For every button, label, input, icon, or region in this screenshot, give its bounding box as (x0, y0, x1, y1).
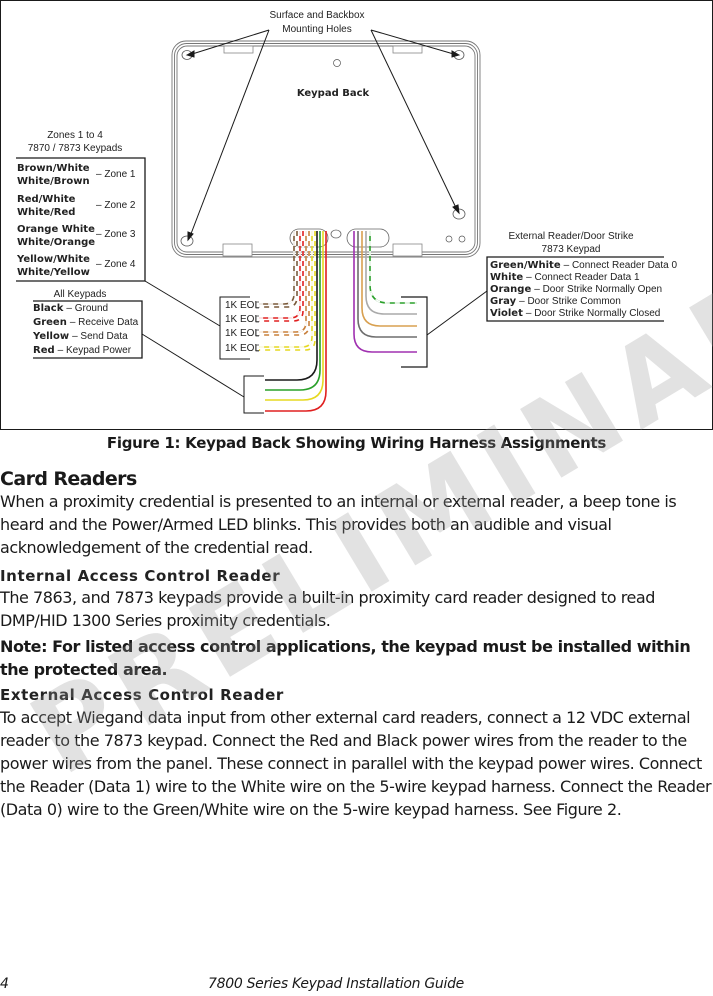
red-wire-color: Red (33, 345, 55, 356)
eol-labels: 1K EOL 1K EOL 1K EOL 1K EOL (225, 300, 260, 354)
led-hole (333, 59, 341, 67)
zone-1-wire1: Brown/White (17, 163, 90, 174)
external-heading-line2: 7873 Keypad (542, 244, 601, 255)
black-wire-color: Black (33, 303, 64, 314)
zone-2-wire2: White/Red (17, 207, 75, 218)
black-wire-function: – Ground (66, 303, 108, 314)
guide-title: 7800 Series Keypad Installation Guide (208, 976, 464, 992)
small-hole-2 (458, 235, 466, 243)
center-hole (330, 229, 342, 239)
zone-3-wire2: White/Orange (17, 237, 95, 248)
white-function: – Connect Reader Data 1 (526, 272, 640, 283)
external-reader-title: External Access Control Reader (0, 686, 284, 704)
zone-2-label: – Zone 2 (96, 200, 136, 211)
eol-label-1: 1K EOL (225, 300, 260, 311)
zone-2-wire1: Red/White (17, 194, 76, 205)
external-reader-body: To accept Wiegand data input from other … (0, 708, 712, 819)
zone-3-wire1: Orange White (17, 224, 95, 235)
zone-3-label: – Zone 3 (96, 229, 136, 240)
zone-1-wire-1-stripe (259, 231, 295, 305)
page-number: 4 (0, 976, 9, 992)
zones-heading-line1: Zones 1 to 4 (47, 130, 103, 141)
external-heading-line1: External Reader/Door Strike (508, 231, 633, 242)
external-list: Green/White – Connect Reader Data 0 White… (490, 260, 677, 319)
zone-4-label: – Zone 4 (96, 259, 136, 270)
all-keypads-list: Black – Ground Green – Receive Data Yellow… (32, 303, 139, 356)
svg-text:Red– Keypad Power: Red – Keypad Power (33, 345, 132, 356)
zone-4-wire1: Yellow/White (16, 254, 90, 265)
figure-caption: Figure 1: Keypad Back Showing Wiring Har… (106, 434, 607, 452)
yellow-wire-color: Yellow (32, 331, 69, 342)
wiring-figure: Surface and Backbox Mounting Holes Keypa… (0, 0, 713, 430)
green-white-function: – Connect Reader Data 0 (564, 260, 678, 271)
top-tab-left (223, 45, 254, 54)
bottom-tab-left (222, 243, 253, 257)
power-bracket (243, 375, 264, 414)
svg-text:Green/White– Connect Reader Da: Green/White – Connect Reader Data 0 (490, 260, 677, 271)
violet-color: Violet (490, 308, 523, 319)
zone-1-label: – Zone 1 (96, 169, 136, 180)
violet-function: – Door Strike Normally Closed (526, 308, 661, 319)
internal-reader-body: The 7863, and 7873 keypads provide a bui… (0, 588, 655, 630)
white-color: White (490, 272, 523, 283)
internal-reader-title: Internal Access Control Reader (0, 567, 281, 585)
red-wire-function: – Keypad Power (58, 345, 132, 356)
mounting-label-line1: Surface and Backbox (269, 10, 364, 21)
green-wire-color: Green (33, 317, 67, 328)
section-title: Card Readers (0, 468, 137, 490)
top-tab-right (392, 45, 423, 54)
svg-text:Orange– Door Strike Normally O: Orange – Door Strike Normally Open (490, 284, 662, 295)
section-intro: When a proximity credential is presented… (0, 492, 677, 557)
yellow-wire-function: – Send Data (72, 331, 128, 342)
mounting-hole-bottom-left (180, 235, 194, 247)
keypad-back-outline (171, 40, 481, 258)
external-leader-line (426, 290, 488, 336)
svg-text:Violet– Door Strike Normally C: Violet – Door Strike Normally Closed (490, 308, 660, 319)
zone-4-wire2: White/Yellow (17, 267, 90, 278)
left-wire-harness (255, 231, 327, 412)
bottom-tab-right (392, 243, 423, 257)
small-hole-1 (445, 235, 453, 243)
internal-reader-note: Note: For listed access control applicat… (0, 637, 691, 679)
zone-1-wire2: White/Brown (17, 176, 90, 187)
zones-list: Brown/White White/Brown – Zone 1 Red/Whi… (16, 163, 136, 278)
keypad-back-label: Keypad Back (297, 88, 370, 99)
zones-heading-line2: 7870 / 7873 Keypads (28, 143, 123, 154)
svg-text:Yellow– Send Data: Yellow – Send Data (32, 331, 128, 342)
external-bracket (401, 296, 428, 368)
eol-label-4: 1K EOL (225, 343, 260, 354)
svg-text:Black– Ground: Black – Ground (33, 303, 108, 314)
zones-leader-line (144, 280, 221, 327)
mounting-arrows (185, 29, 461, 242)
keypad-wiring-diagram: Surface and Backbox Mounting Holes Keypa… (16, 10, 677, 414)
orange-function: – Door Strike Normally Open (534, 284, 662, 295)
mounting-label-line2: Mounting Holes (282, 24, 351, 35)
gray-function: – Door Strike Common (519, 296, 621, 307)
eol-label-3: 1K EOL (225, 328, 260, 339)
orange-color: Orange (490, 284, 531, 295)
green-white-color: Green/White (490, 260, 561, 271)
svg-text:Gray– Door Strike Common: Gray – Door Strike Common (490, 296, 621, 307)
eol-label-2: 1K EOL (225, 314, 260, 325)
svg-text:White– Connect Reader Data 1: White – Connect Reader Data 1 (490, 272, 640, 283)
svg-text:Green– Receive Data: Green – Receive Data (33, 317, 139, 328)
all-keypads-heading: All Keypads (54, 289, 107, 300)
zone-1-wire-1 (259, 231, 295, 305)
gray-color: Gray (490, 296, 517, 307)
green-wire-function: – Receive Data (70, 317, 139, 328)
